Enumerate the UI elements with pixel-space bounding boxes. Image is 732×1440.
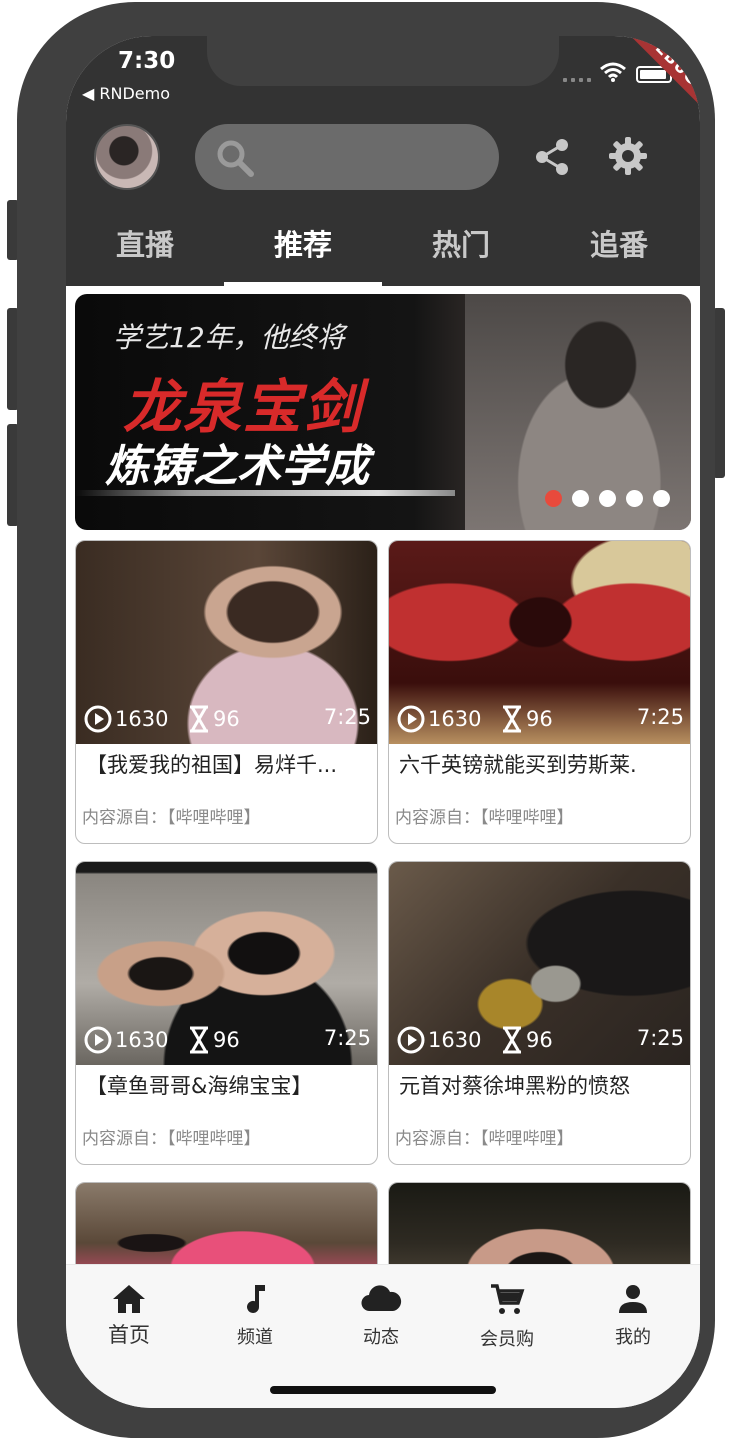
tab-hot[interactable]: 热门 [382,222,540,286]
hourglass-icon [190,705,208,733]
phone-frame: 7:30 ◀ RNDemo DEBUG 直播 推荐 热门 追番 学艺12年，他终… [17,2,715,1438]
top-tabs: 直播 推荐 热门 追番 [66,222,700,286]
danmaku-count-value: 96 [213,1028,240,1052]
video-thumbnail [76,1183,377,1264]
cart-icon [491,1284,525,1314]
status-time: 7:30 [118,48,176,74]
gear-icon[interactable] [608,136,648,176]
search-icon [217,140,254,177]
video-stats: 1630 96 7:25 [84,701,371,735]
phone-screen: 7:30 ◀ RNDemo DEBUG 直播 推荐 热门 追番 学艺12年，他终… [66,36,700,1408]
video-length-value: 7:25 [636,1026,684,1050]
danmaku-count: 96 [188,1026,240,1054]
nav-label: 频道 [237,1327,273,1348]
signal-icon [563,72,593,82]
video-card[interactable]: 1630 96 7:25 【章鱼哥哥&海绵宝宝】 内容源自：【哔哩哔哩】 [75,861,378,1165]
video-length: 7:25 [637,1026,684,1050]
play-circle-icon [397,1026,425,1054]
banner-carousel[interactable]: 学艺12年，他终将 龙泉宝剑 炼铸之术学成 [75,294,691,530]
home-icon [113,1285,145,1313]
home-indicator[interactable] [270,1386,496,1394]
video-length-value: 7:25 [636,705,684,729]
video-card[interactable]: 1630 96 7:25 元首对蔡徐坤黑粉的愤怒 内容源自：【哔哩哔哩】 [388,861,691,1165]
video-card[interactable] [388,1182,691,1264]
video-length-value: 7:25 [323,705,371,729]
app-header: 7:30 ◀ RNDemo DEBUG 直播 推荐 热门 追番 [66,36,700,286]
video-stats: 1630 96 7:25 [397,701,684,735]
nav-item-activity[interactable]: 动态 [318,1283,444,1349]
video-source: 内容源自：【哔哩哔哩】 [395,1129,574,1149]
video-card[interactable] [75,1182,378,1264]
nav-label: 会员购 [480,1329,534,1350]
video-length: 7:25 [324,705,371,729]
video-title: 【章鱼哥哥&海绵宝宝】 [86,1074,313,1098]
video-length: 7:25 [637,705,684,729]
danmaku-count-value: 96 [526,1028,553,1052]
feed[interactable]: 学艺12年，他终将 龙泉宝剑 炼铸之术学成 1630 96 7:25 【我爱我的… [66,286,700,1264]
nav-label: 动态 [363,1327,399,1348]
nav-item-me[interactable]: 我的 [570,1283,696,1349]
hourglass-icon [503,1026,521,1054]
tab-anime[interactable]: 追番 [540,222,698,286]
search-bar[interactable] [195,124,499,190]
notch [207,36,559,86]
video-title: 【我爱我的祖国】易烊千... [86,753,338,777]
video-card[interactable]: 1630 96 7:25 【我爱我的祖国】易烊千... 内容源自：【哔哩哔哩】 [75,540,378,844]
person-icon [619,1285,647,1313]
play-count: 1630 [84,705,168,733]
carousel-dot[interactable] [572,490,589,507]
video-length-value: 7:25 [323,1026,371,1050]
danmaku-count-value: 96 [213,707,240,731]
tab-recommend[interactable]: 推荐 [224,222,382,286]
nav-item-vip-shop[interactable]: 会员购 [444,1283,570,1351]
cloud-icon [361,1285,402,1312]
banner-subtitle: 炼铸之术学成 [105,441,369,492]
video-stats: 1630 96 7:25 [84,1022,371,1056]
banner-headline: 学艺12年，他终将 [113,321,345,354]
video-source: 内容源自：【哔哩哔哩】 [82,1129,261,1149]
hourglass-icon [503,705,521,733]
play-count: 1630 [397,705,481,733]
play-count-value: 1630 [115,707,169,731]
play-count: 1630 [397,1026,481,1054]
play-count-value: 1630 [428,707,482,731]
nav-label: 我的 [615,1327,651,1348]
avatar[interactable] [94,124,160,190]
play-count-value: 1630 [428,1028,482,1052]
music-note-icon [247,1285,265,1313]
play-circle-icon [84,705,112,733]
share-icon[interactable] [534,138,570,176]
nav-item-home[interactable]: 首页 [66,1283,192,1349]
hourglass-icon [190,1026,208,1054]
play-circle-icon [84,1026,112,1054]
nav-label: 首页 [108,1323,150,1347]
video-title: 六千英镑就能买到劳斯莱. [399,753,637,777]
video-thumbnail [389,1183,690,1264]
danmaku-count: 96 [501,705,553,733]
carousel-dot[interactable] [626,490,643,507]
video-stats: 1630 96 7:25 [397,1022,684,1056]
carousel-dot-active[interactable] [545,490,562,507]
back-to-app-link[interactable]: ◀ RNDemo [82,84,170,103]
danmaku-count: 96 [501,1026,553,1054]
video-title: 元首对蔡徐坤黑粉的愤怒 [399,1074,630,1098]
carousel-dot[interactable] [599,490,616,507]
tab-live[interactable]: 直播 [66,222,224,286]
play-circle-icon [397,705,425,733]
video-card[interactable]: 1630 96 7:25 六千英镑就能买到劳斯莱. 内容源自：【哔哩哔哩】 [388,540,691,844]
video-source: 内容源自：【哔哩哔哩】 [395,808,574,828]
wifi-icon [600,62,626,82]
video-source: 内容源自：【哔哩哔哩】 [82,808,261,828]
play-count: 1630 [84,1026,168,1054]
danmaku-count-value: 96 [526,707,553,731]
video-length: 7:25 [324,1026,371,1050]
danmaku-count: 96 [188,705,240,733]
play-count-value: 1630 [115,1028,169,1052]
nav-item-channel[interactable]: 频道 [192,1283,318,1349]
carousel-dot[interactable] [653,490,670,507]
